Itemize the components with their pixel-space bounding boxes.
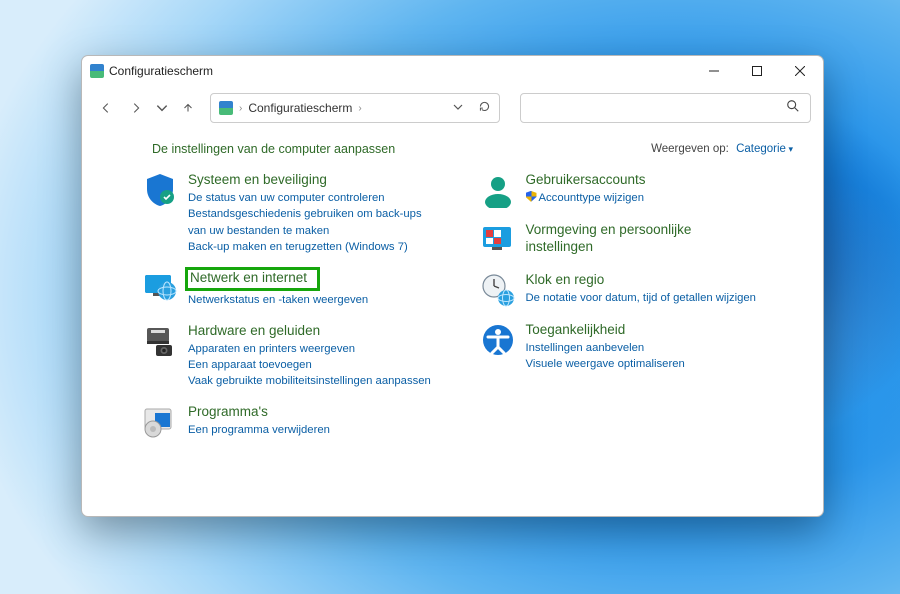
control-panel-icon: [90, 64, 104, 78]
search-input[interactable]: [520, 93, 811, 123]
nav-forward-button[interactable]: [124, 96, 148, 120]
category-title[interactable]: Klok en regio: [526, 272, 756, 289]
monitor-tiles-icon: [480, 222, 516, 258]
category-personalization: Vormgeving en persoonlijke instellingen: [480, 222, 794, 258]
nav-recent-dropdown[interactable]: [154, 96, 170, 120]
category-system-security: Systeem en beveiliging De status van uw …: [142, 172, 456, 255]
clock-globe-icon: [480, 272, 516, 308]
category-link[interactable]: Instellingen aanbevelen: [526, 340, 685, 356]
navigation-bar: › Configuratiescherm ›: [82, 86, 823, 130]
category-link[interactable]: Een apparaat toevoegen: [188, 357, 431, 373]
globe-monitor-icon: [142, 269, 178, 305]
shield-icon: [142, 172, 178, 208]
page-title: De instellingen van de computer aanpasse…: [152, 142, 395, 156]
left-column: Systeem en beveiliging De status van uw …: [142, 172, 456, 454]
category-link[interactable]: Visuele weergave optimaliseren: [526, 356, 685, 372]
category-user-accounts: Gebruikersaccounts Accounttype wijzigen: [480, 172, 794, 208]
category-title[interactable]: Toegankelijkheid: [526, 322, 685, 339]
breadcrumb-root[interactable]: Configuratiescherm: [248, 101, 352, 115]
category-network-internet: Netwerk en internet Netwerkstatus en -ta…: [142, 269, 456, 308]
user-icon: [480, 172, 516, 208]
control-panel-mini-icon: [219, 101, 233, 115]
right-column: Gebruikersaccounts Accounttype wijzigen …: [480, 172, 794, 454]
address-dropdown-icon[interactable]: [452, 101, 464, 116]
view-by-label: Weergeven op: Categorie: [651, 143, 793, 155]
category-link[interactable]: De status van uw computer controleren: [188, 190, 438, 206]
category-link[interactable]: Back-up maken en terugzetten (Windows 7): [188, 239, 438, 255]
control-panel-window: Configuratiescherm › Configuratiescherm: [81, 55, 824, 517]
printer-camera-icon: [142, 323, 178, 359]
category-title[interactable]: Programma's: [188, 404, 330, 421]
category-title[interactable]: Netwerk en internet: [190, 270, 307, 287]
window-title: Configuratiescherm: [109, 64, 213, 78]
chevron-right-icon: ›: [358, 103, 361, 114]
category-title[interactable]: Vormgeving en persoonlijke instellingen: [526, 222, 736, 256]
refresh-button[interactable]: [478, 100, 491, 116]
programs-icon: [142, 404, 178, 440]
category-title[interactable]: Gebruikersaccounts: [526, 172, 646, 189]
minimize-button[interactable]: [692, 57, 735, 85]
category-clock-region: Klok en regio De notatie voor datum, tij…: [480, 272, 794, 308]
category-title[interactable]: Hardware en geluiden: [188, 323, 431, 340]
content-area: De instellingen van de computer aanpasse…: [82, 130, 823, 516]
category-link[interactable]: Apparaten en printers weergeven: [188, 341, 431, 357]
uac-shield-icon: [526, 191, 537, 202]
category-accessibility: Toegankelijkheid Instellingen aanbevelen…: [480, 322, 794, 373]
highlight-annotation: Netwerk en internet: [185, 267, 320, 291]
accessibility-icon: [480, 322, 516, 358]
category-link[interactable]: Bestandsgeschiedenis gebruiken om back-u…: [188, 206, 438, 239]
titlebar: Configuratiescherm: [82, 56, 823, 86]
maximize-button[interactable]: [735, 57, 778, 85]
category-title[interactable]: Systeem en beveiliging: [188, 172, 438, 189]
category-link[interactable]: Accounttype wijzigen: [526, 190, 646, 206]
category-link[interactable]: Netwerkstatus en -taken weergeven: [188, 292, 368, 308]
category-programs: Programma's Een programma verwijderen: [142, 404, 456, 440]
chevron-right-icon: ›: [239, 103, 242, 114]
category-hardware-sound: Hardware en geluiden Apparaten en printe…: [142, 323, 456, 390]
search-icon: [786, 99, 800, 118]
nav-back-button[interactable]: [94, 96, 118, 120]
address-bar[interactable]: › Configuratiescherm ›: [210, 93, 500, 123]
nav-up-button[interactable]: [176, 96, 200, 120]
view-by-dropdown[interactable]: Categorie: [736, 143, 793, 155]
category-link[interactable]: Een programma verwijderen: [188, 422, 330, 438]
category-link[interactable]: Vaak gebruikte mobiliteitsinstellingen a…: [188, 373, 431, 389]
category-link[interactable]: De notatie voor datum, tijd of getallen …: [526, 290, 756, 306]
close-button[interactable]: [778, 57, 821, 85]
